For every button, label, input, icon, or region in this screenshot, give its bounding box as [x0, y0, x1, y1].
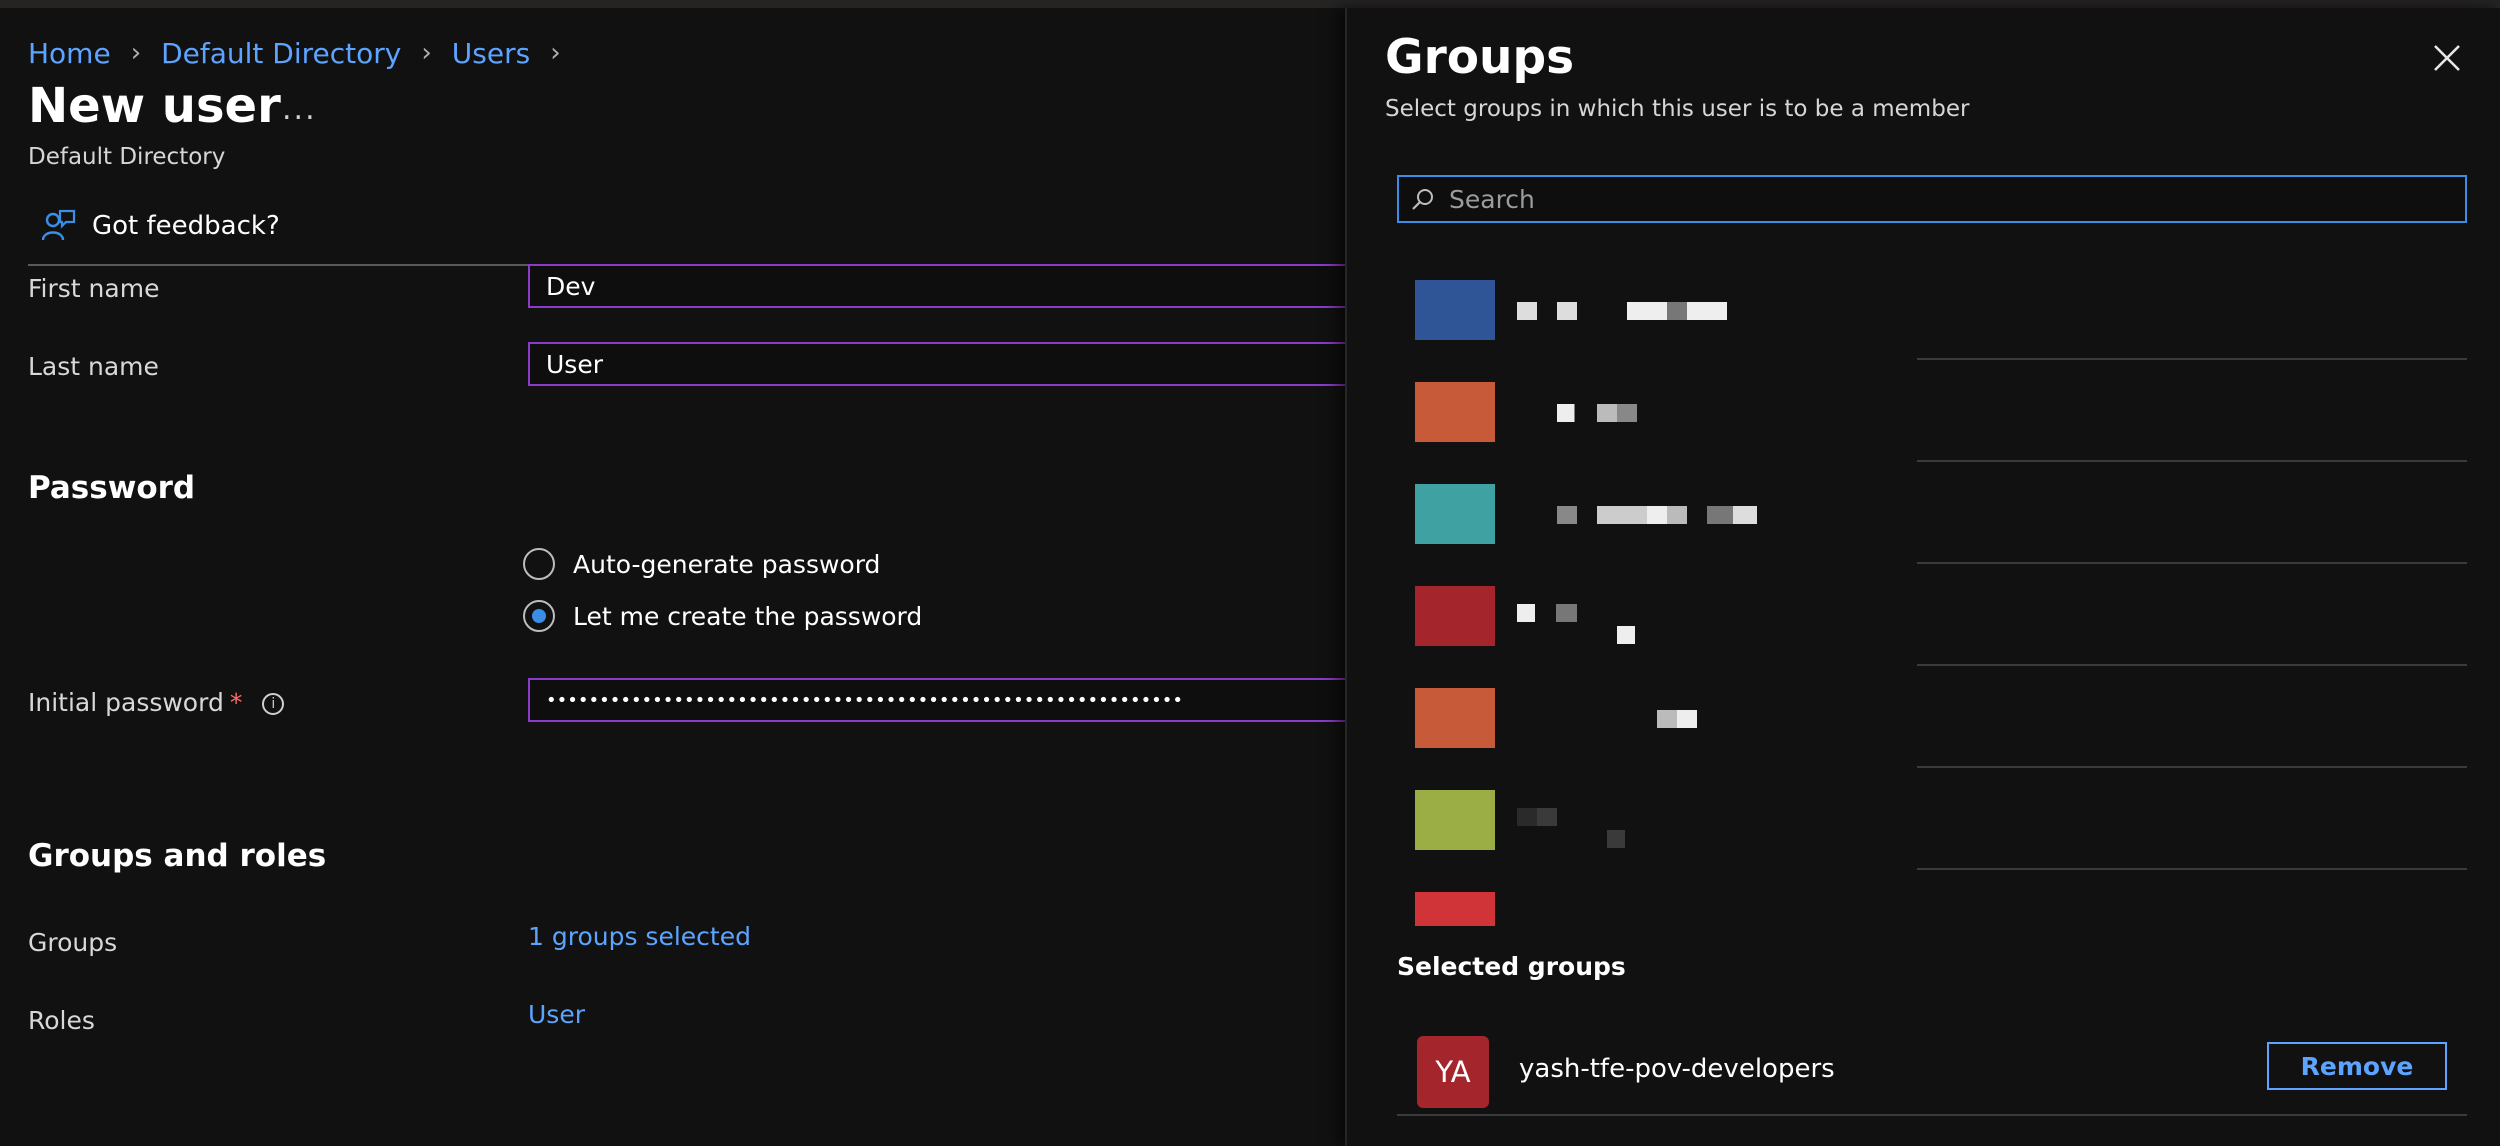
selected-groups-title: Selected groups — [1397, 952, 1626, 981]
auto-generate-label: Auto-generate password — [573, 549, 881, 579]
redacted-name — [1557, 404, 1637, 422]
group-item[interactable] — [1397, 666, 2467, 768]
search-icon — [1412, 189, 1433, 210]
search-input[interactable] — [1447, 183, 2431, 215]
group-avatar — [1415, 688, 1495, 748]
remove-button[interactable]: Remove — [2267, 1042, 2447, 1090]
create-password-radio[interactable] — [523, 600, 555, 632]
feedback-button[interactable]: Got feedback? — [40, 208, 280, 244]
group-item[interactable] — [1397, 768, 2467, 870]
group-avatar — [1415, 382, 1495, 442]
required-mark: * — [229, 688, 243, 717]
page-subtitle: Default Directory — [28, 144, 226, 170]
person-feedback-icon — [41, 209, 76, 241]
group-avatar — [1415, 892, 1495, 926]
chevron-right-icon: › — [421, 38, 432, 68]
groups-label: Groups — [28, 928, 118, 957]
top-strip — [0, 0, 2500, 8]
group-item[interactable] — [1397, 360, 2467, 462]
group-item[interactable] — [1397, 258, 2467, 360]
info-icon[interactable]: i — [262, 693, 285, 715]
last-name-field[interactable] — [528, 342, 1345, 386]
initial-password-text: Initial password — [28, 688, 224, 717]
initial-password-label: Initial password * i — [28, 688, 285, 717]
last-name-label: Last name — [28, 352, 159, 381]
chevron-right-icon: › — [550, 38, 561, 68]
group-item[interactable] — [1397, 564, 2467, 666]
group-item[interactable] — [1397, 870, 2467, 926]
panel-subtitle: Select groups in which this user is to b… — [1385, 96, 1970, 122]
group-list[interactable] — [1397, 258, 2467, 926]
group-avatar — [1415, 484, 1495, 544]
auto-generate-radio[interactable] — [523, 548, 555, 580]
breadcrumb-users[interactable]: Users — [452, 37, 530, 70]
groups-selected-link[interactable]: 1 groups selected — [528, 922, 751, 951]
selected-group-name: yash-tfe-pov-developers — [1519, 1054, 1835, 1084]
groups-panel: Groups Select groups in which this user … — [1345, 8, 2500, 1146]
password-section-title: Password — [28, 470, 196, 506]
redacted-name — [1627, 302, 1727, 320]
redacted-name — [1517, 302, 1617, 320]
create-password-option[interactable]: Let me create the password — [523, 600, 922, 632]
redacted-name — [1557, 506, 1757, 524]
redacted-name — [1517, 604, 1577, 622]
redacted-name — [1517, 808, 1557, 826]
first-name-field[interactable] — [528, 264, 1345, 308]
selected-group-item: YA yash-tfe-pov-developers Remove — [1397, 1026, 2467, 1116]
page-title: New user — [28, 78, 281, 134]
close-icon[interactable] — [2427, 38, 2467, 78]
breadcrumb-default-directory[interactable]: Default Directory — [161, 37, 401, 70]
group-avatar — [1415, 586, 1495, 646]
initial-password-field[interactable] — [528, 678, 1345, 722]
redacted-name — [1617, 626, 1635, 644]
chevron-right-icon: › — [130, 38, 142, 68]
roles-label: Roles — [28, 1006, 95, 1035]
search-box[interactable] — [1397, 175, 2467, 223]
group-avatar — [1415, 280, 1495, 340]
new-user-page: Home › Default Directory › Users › New u… — [0, 8, 1345, 1146]
first-name-label: First name — [28, 274, 160, 303]
more-options-button[interactable]: ... — [282, 92, 317, 127]
create-password-label: Let me create the password — [573, 601, 923, 631]
feedback-label: Got feedback? — [92, 211, 280, 241]
group-avatar: YA — [1417, 1036, 1489, 1108]
auto-generate-option[interactable]: Auto-generate password — [523, 548, 880, 580]
redacted-name — [1607, 830, 1625, 848]
roles-link[interactable]: User — [528, 1000, 585, 1029]
groups-roles-section-title: Groups and roles — [28, 838, 327, 874]
redacted-name — [1657, 710, 1697, 728]
group-avatar — [1415, 790, 1495, 850]
group-item[interactable] — [1397, 462, 2467, 564]
breadcrumb: Home › Default Directory › Users › — [28, 28, 581, 78]
panel-title: Groups — [1385, 30, 1575, 85]
breadcrumb-home[interactable]: Home — [28, 37, 111, 70]
